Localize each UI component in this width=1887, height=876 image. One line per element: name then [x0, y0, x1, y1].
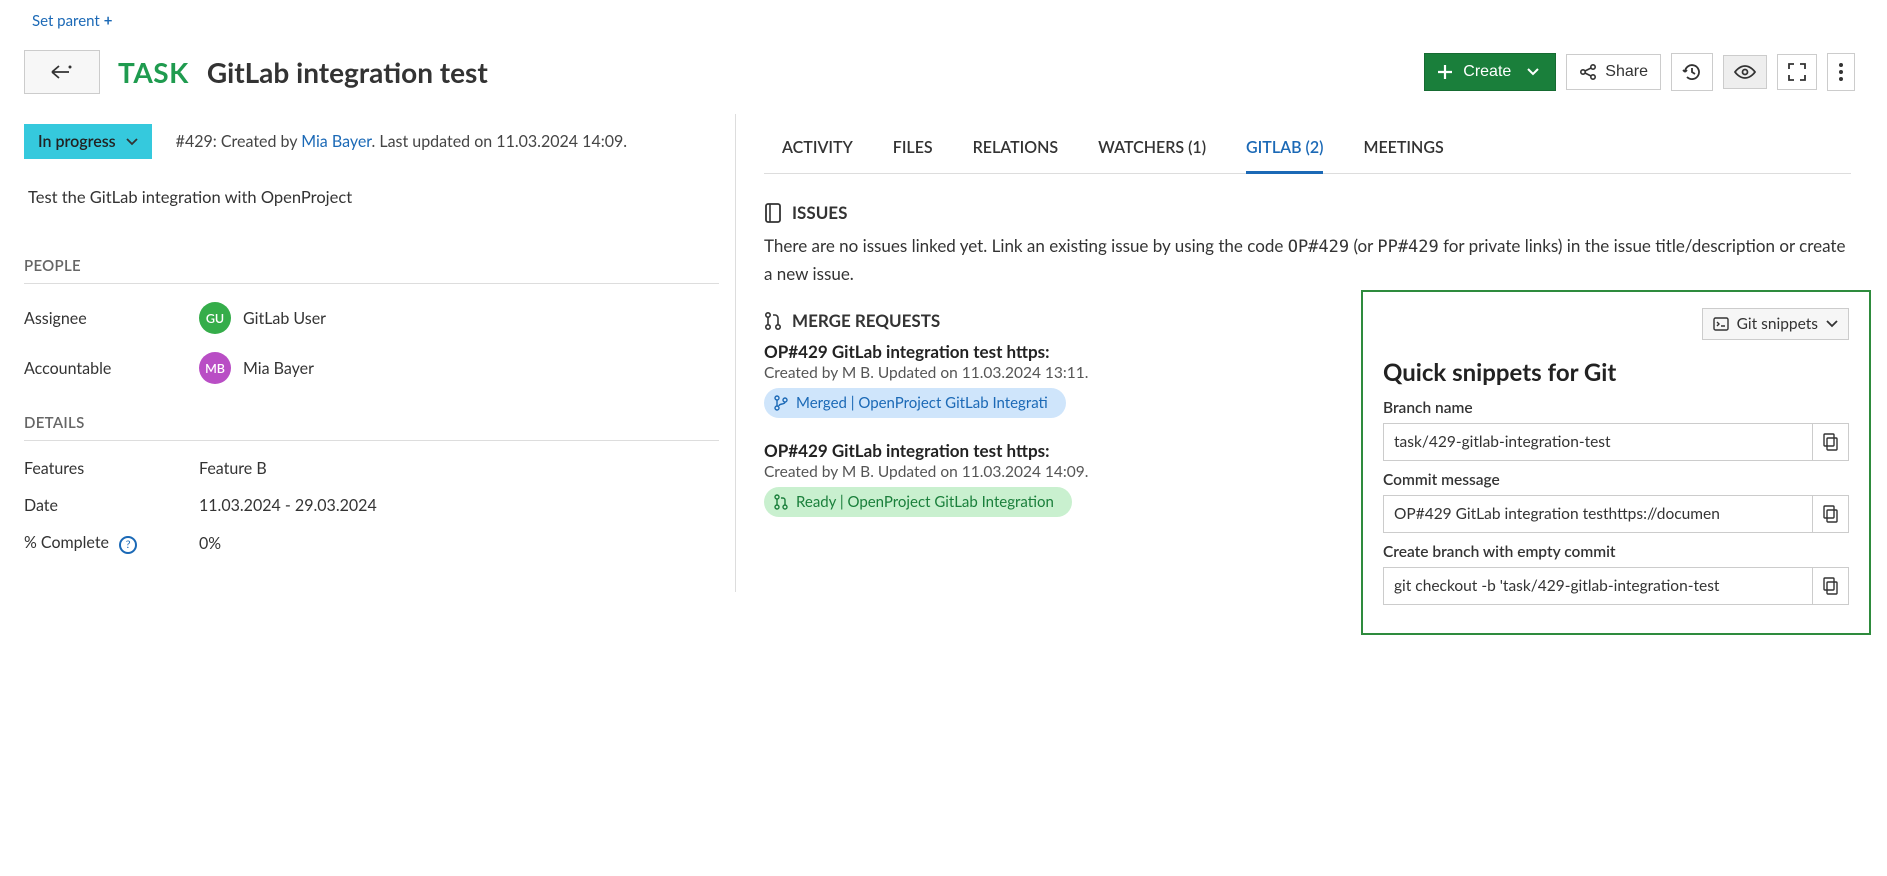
- date-row: Date 11.03.2024 - 29.03.2024: [24, 496, 719, 515]
- copy-icon: [1823, 505, 1839, 523]
- percent-value[interactable]: 0%: [199, 534, 221, 553]
- assignee-label: Assignee: [24, 309, 199, 328]
- author-link[interactable]: Mia Bayer: [301, 132, 371, 151]
- tabs: ACTIVITY FILES RELATIONS WATCHERS (1) GI…: [764, 134, 1851, 174]
- issues-empty-text: There are no issues linked yet. Link an …: [764, 233, 1851, 286]
- create-branch-label: Create branch with empty commit: [1383, 543, 1849, 561]
- branch-name-input[interactable]: task/429-gitlab-integration-test: [1383, 423, 1813, 461]
- create-label: Create: [1463, 63, 1511, 81]
- date-label: Date: [24, 496, 199, 515]
- tabs-panel: ACTIVITY FILES RELATIONS WATCHERS (1) GI…: [736, 114, 1871, 592]
- git-snippets-dropdown[interactable]: Git snippets: [1702, 308, 1849, 340]
- features-row: Features Feature B: [24, 459, 719, 478]
- plus-icon: +: [104, 12, 113, 30]
- plus-icon: [1437, 64, 1453, 80]
- branch-name-label: Branch name: [1383, 399, 1849, 417]
- set-parent-link[interactable]: Set parent +: [24, 8, 120, 34]
- divider: [24, 440, 719, 441]
- commit-message-input[interactable]: OP#429 GitLab integration testhttps://do…: [1383, 495, 1813, 533]
- snippets-title: Quick snippets for Git: [1383, 340, 1849, 387]
- expand-icon: [1788, 63, 1806, 81]
- copy-commit-button[interactable]: [1813, 495, 1849, 533]
- tab-gitlab[interactable]: GITLAB (2): [1246, 134, 1323, 174]
- title-row: TASK GitLab integration test Create Shar…: [24, 50, 1871, 94]
- avatar: MB: [199, 352, 231, 384]
- percent-label: % Complete ?: [24, 533, 199, 554]
- accountable-label: Accountable: [24, 359, 199, 378]
- tab-relations[interactable]: RELATIONS: [973, 134, 1059, 173]
- section-people: PEOPLE: [24, 257, 719, 275]
- tab-watchers[interactable]: WATCHERS (1): [1098, 134, 1206, 173]
- copy-icon: [1823, 433, 1839, 451]
- accountable-row: Accountable MB Mia Bayer: [24, 352, 719, 384]
- assignee-row: Assignee GU GitLab User: [24, 302, 719, 334]
- copy-icon: [1823, 577, 1839, 595]
- work-package-title[interactable]: GitLab integration test: [207, 55, 488, 89]
- more-menu-button[interactable]: [1827, 53, 1855, 91]
- terminal-icon: [1713, 317, 1729, 331]
- create-button[interactable]: Create: [1424, 53, 1556, 91]
- back-button[interactable]: [24, 50, 100, 94]
- fullscreen-button[interactable]: [1777, 54, 1817, 90]
- share-button[interactable]: Share: [1566, 54, 1661, 90]
- merge-request-icon: [774, 494, 788, 510]
- copy-branch-button[interactable]: [1813, 423, 1849, 461]
- mr-status-pill: Merged | OpenProject GitLab Integrati: [764, 388, 1066, 418]
- status-label: In progress: [38, 132, 116, 151]
- toolbar: Create Share: [1424, 53, 1871, 91]
- chevron-down-icon: [1826, 320, 1838, 328]
- work-package-type: TASK: [118, 55, 189, 89]
- commit-message-label: Commit message: [1383, 471, 1849, 489]
- mr-status-pill: Ready | OpenProject GitLab Integration: [764, 487, 1072, 517]
- details-panel: In progress #429: Created by Mia Bayer. …: [16, 114, 736, 592]
- chevron-down-icon: [1527, 68, 1539, 76]
- watch-button[interactable]: [1723, 55, 1767, 89]
- git-snippets-panel: Git snippets Quick snippets for Git Bran…: [1361, 290, 1871, 635]
- branch-icon: [774, 395, 788, 411]
- meta-info: #429: Created by Mia Bayer. Last updated…: [176, 132, 627, 151]
- status-dropdown[interactable]: In progress: [24, 124, 152, 159]
- issue-icon: [764, 203, 782, 223]
- assignee-value[interactable]: GitLab User: [243, 309, 326, 328]
- features-value[interactable]: Feature B: [199, 459, 267, 478]
- divider: [24, 283, 719, 284]
- date-value[interactable]: 11.03.2024 - 29.03.2024: [199, 496, 377, 515]
- create-branch-input[interactable]: git checkout -b 'task/429-gitlab-integra…: [1383, 567, 1813, 605]
- share-label: Share: [1605, 63, 1648, 81]
- history-icon: [1682, 62, 1702, 82]
- kebab-icon: [1838, 62, 1844, 82]
- tab-meetings[interactable]: MEETINGS: [1363, 134, 1443, 173]
- tab-files[interactable]: FILES: [893, 134, 933, 173]
- set-parent-label: Set parent: [32, 12, 100, 30]
- merge-request-icon: [764, 311, 782, 331]
- percent-row: % Complete ? 0%: [24, 533, 719, 554]
- back-arrow-icon: [51, 65, 73, 79]
- description[interactable]: Test the GitLab integration with OpenPro…: [28, 187, 719, 207]
- chevron-down-icon: [126, 138, 138, 146]
- section-details: DETAILS: [24, 414, 719, 432]
- avatar: GU: [199, 302, 231, 334]
- share-icon: [1579, 63, 1597, 81]
- features-label: Features: [24, 459, 199, 478]
- issues-header: ISSUES: [764, 202, 1851, 223]
- help-icon[interactable]: ?: [119, 536, 137, 554]
- copy-create-branch-button[interactable]: [1813, 567, 1849, 605]
- activity-timer-button[interactable]: [1671, 53, 1713, 91]
- accountable-value[interactable]: Mia Bayer: [243, 359, 314, 378]
- tab-activity[interactable]: ACTIVITY: [782, 134, 853, 173]
- eye-icon: [1734, 64, 1756, 80]
